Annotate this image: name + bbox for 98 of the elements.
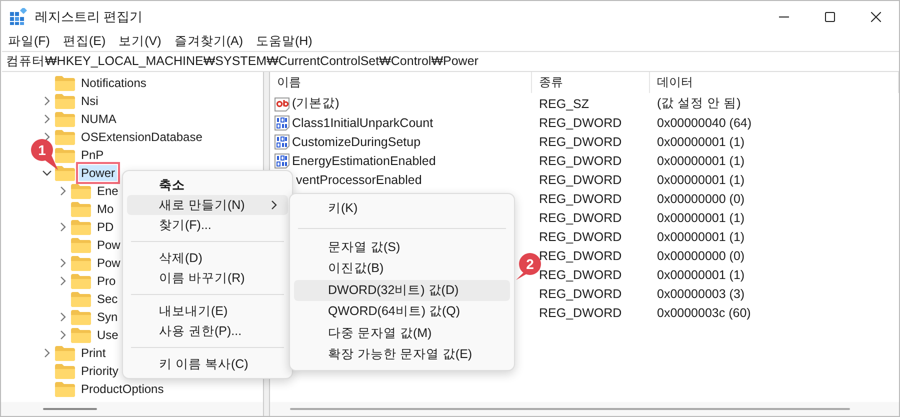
value-type: REG_DWORD — [538, 134, 623, 148]
horizontal-scrollbar[interactable] — [1, 402, 263, 416]
column-header[interactable]: 이름 — [270, 72, 532, 93]
column-header[interactable]: 종류 — [532, 72, 650, 93]
tree-item[interactable]: Ene — [95, 183, 120, 199]
value-type: REG_DWORD — [538, 154, 623, 168]
tree-item[interactable]: Power — [79, 165, 118, 181]
value-data: 0x00000003 (3) — [656, 286, 746, 300]
value-data: 0x00000001 (1) — [656, 134, 746, 148]
value-name[interactable]: EnergyEstimationEnabled — [292, 154, 436, 168]
tree-item[interactable]: ProductOptions — [79, 381, 166, 397]
tree-item[interactable]: Syn — [95, 309, 120, 325]
value-data: 0x00000001 (1) — [656, 154, 746, 168]
value-data: 0x0000003c (60) — [656, 306, 752, 320]
tree-item[interactable]: Pow — [95, 255, 122, 271]
tree-item[interactable]: Pow — [95, 237, 122, 253]
folder-icon — [71, 328, 91, 342]
tree-item[interactable]: NUMA — [79, 111, 118, 127]
folder-icon — [71, 202, 91, 216]
folder-icon — [55, 364, 75, 378]
value-type: REG_DWORD — [538, 230, 623, 244]
menu-item[interactable]: 이진값(B) — [294, 258, 510, 280]
value-data: 0x00000001 (1) — [656, 268, 746, 282]
folder-icon — [71, 274, 91, 288]
menu-bar-item[interactable]: 도움말(H) — [256, 33, 312, 50]
value-name[interactable]: (기본값) — [292, 95, 340, 112]
value-name[interactable]: Class1InitialUnparkCount — [292, 116, 434, 130]
window-title: 레지스트리 편집기 — [35, 8, 144, 26]
horizontal-scrollbar[interactable] — [270, 402, 899, 416]
tree-item[interactable]: Use — [95, 327, 120, 343]
value-name[interactable]: CustomizeDuringSetup — [292, 134, 421, 148]
binary-value-icon — [274, 114, 290, 130]
folder-icon — [71, 256, 91, 270]
folder-icon — [71, 292, 91, 306]
menu-item[interactable]: 다중 문자열 값(M) — [294, 322, 510, 344]
folder-icon — [71, 238, 91, 252]
value-data: 0x00000001 (1) — [656, 210, 746, 224]
menu-item[interactable]: 확장 가능한 문자열 값(E) — [294, 344, 510, 366]
menu-item[interactable]: 사용 권한(P)... — [127, 321, 288, 341]
folder-icon — [55, 166, 75, 180]
folder-icon — [71, 184, 91, 198]
menu-item[interactable]: 찾기(F)... — [127, 215, 288, 235]
menu-bar-item[interactable]: 파일(F) — [8, 33, 50, 50]
address-bar[interactable]: 컴퓨터₩HKEY_LOCAL_MACHINE₩SYSTEM₩CurrentControlSet₩Control₩Power — [2, 51, 899, 72]
tree-item[interactable]: Notifications — [79, 75, 148, 91]
value-type: REG_DWORD — [538, 286, 623, 300]
value-data: (값 설정 안 됨) — [656, 95, 742, 112]
value-type: REG_DWORD — [538, 116, 623, 130]
collapse-chevron-icon[interactable] — [41, 168, 53, 178]
tree-item[interactable]: Mo — [95, 201, 116, 217]
folder-icon — [55, 112, 75, 126]
folder-icon — [71, 310, 91, 324]
folder-icon — [55, 382, 75, 396]
tree-item[interactable]: Nsi — [79, 93, 100, 109]
value-data: 0x00000000 (0) — [656, 248, 746, 262]
tree-item[interactable]: Sec — [95, 291, 120, 307]
tree-item[interactable]: PD — [95, 219, 116, 235]
value-data: 0x00000001 (1) — [656, 172, 746, 186]
value-type: REG_DWORD — [538, 172, 623, 186]
value-data: 0x00000040 (64) — [656, 116, 753, 130]
tree-item[interactable]: PnP — [79, 147, 106, 163]
menu-item[interactable]: 문자열 값(S) — [294, 236, 510, 258]
value-type: REG_SZ — [538, 96, 590, 110]
tree-item[interactable]: OSExtensionDatabase — [79, 129, 204, 145]
folder-icon — [55, 76, 75, 90]
value-type: REG_DWORD — [538, 268, 623, 282]
binary-value-icon — [274, 134, 290, 150]
string-value-icon — [274, 96, 290, 112]
value-type: REG_DWORD — [538, 248, 623, 262]
menu-item[interactable]: 삭제(D) — [127, 248, 288, 268]
column-header[interactable]: 데이터 — [650, 72, 899, 93]
value-type: REG_DWORD — [538, 306, 623, 320]
value-type: REG_DWORD — [538, 192, 623, 206]
menu-item[interactable]: 내보내기(E) — [127, 301, 288, 321]
maximize-icon — [825, 12, 835, 22]
folder-icon — [55, 148, 75, 162]
menu-item[interactable]: QWORD(64비트) 값(Q) — [294, 301, 510, 322]
menu-item[interactable]: 키 이름 복사(C) — [127, 354, 288, 374]
registry-app-icon — [10, 8, 27, 25]
folder-icon — [55, 94, 75, 108]
menu-bar-item[interactable]: 편집(E) — [62, 33, 106, 50]
close-icon — [871, 12, 881, 22]
folder-icon — [55, 130, 75, 144]
menu-bar-item[interactable]: 즐겨찾기(A) — [174, 33, 243, 50]
menu-item[interactable]: 새로 만들기(N) — [127, 195, 288, 215]
tree-item[interactable]: Print — [79, 345, 108, 361]
folder-icon — [55, 346, 75, 360]
menu-item[interactable]: 키(K) — [294, 198, 510, 220]
folder-icon — [71, 220, 91, 234]
menu-item[interactable]: DWORD(32비트) 값(D) — [294, 280, 510, 301]
value-type: REG_DWORD — [538, 210, 623, 224]
value-data: 0x00000001 (1) — [656, 230, 746, 244]
menu-item[interactable]: 축소 — [127, 175, 288, 195]
menu-item[interactable]: 이름 바꾸기(R) — [127, 268, 288, 288]
tree-item[interactable]: Priority — [79, 363, 120, 379]
value-data: 0x00000000 (0) — [656, 192, 746, 206]
menu-bar-item[interactable]: 보기(V) — [118, 33, 162, 50]
tree-item[interactable]: Pro — [95, 273, 118, 289]
